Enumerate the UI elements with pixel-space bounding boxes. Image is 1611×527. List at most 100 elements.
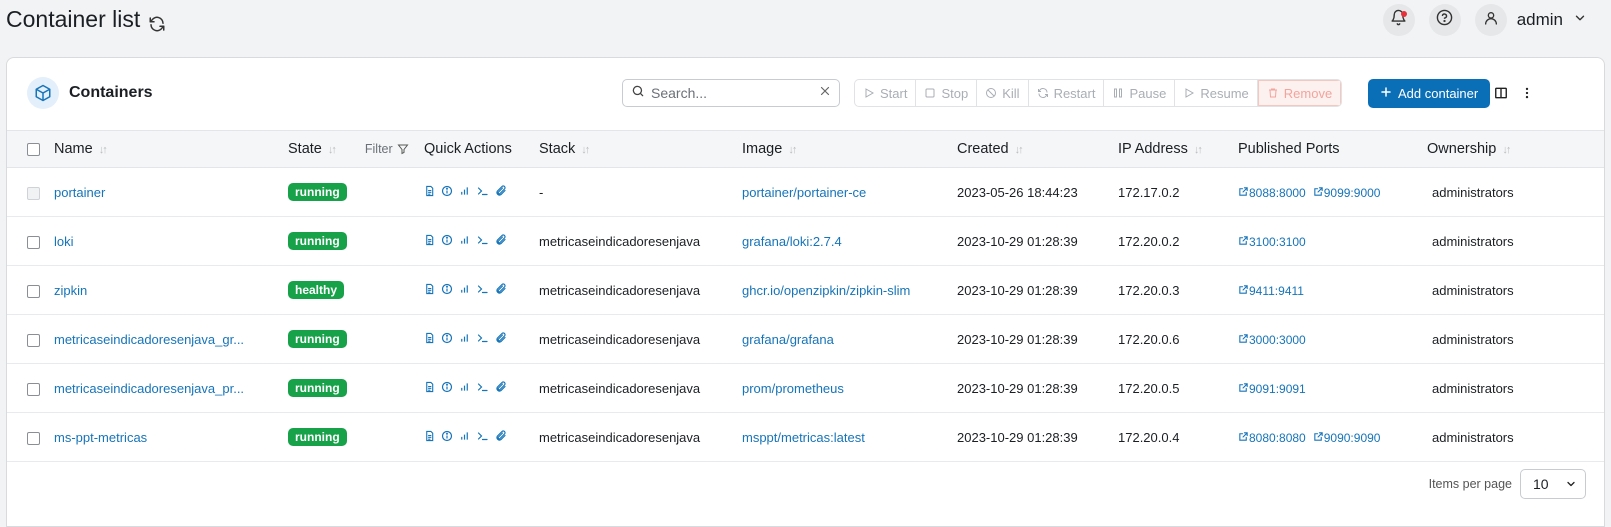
column-header-created[interactable]: Created ↓↑: [957, 131, 1118, 168]
table-row: metricaseindicadoresenjava_pr... running m…: [7, 364, 1604, 413]
restart-button[interactable]: Restart: [1029, 80, 1105, 106]
resume-button[interactable]: Resume: [1175, 80, 1258, 106]
published-port-link[interactable]: 9090:9090: [1313, 431, 1380, 445]
attach-icon[interactable]: [495, 380, 507, 393]
external-link-icon: [1238, 235, 1249, 249]
stats-icon[interactable]: [459, 283, 470, 295]
logs-icon[interactable]: [424, 332, 435, 344]
columns-icon[interactable]: [1494, 86, 1508, 105]
inspect-icon[interactable]: [441, 430, 453, 442]
row-checkbox[interactable]: [27, 382, 40, 396]
row-checkbox: [27, 186, 40, 200]
published-port-link[interactable]: 9099:9000: [1313, 186, 1380, 200]
stats-icon[interactable]: [459, 185, 470, 197]
user-menu[interactable]: admin: [1474, 4, 1587, 36]
avatar: [1474, 4, 1507, 36]
console-icon[interactable]: [476, 430, 489, 442]
column-header-name[interactable]: Name ↓↑: [54, 131, 288, 168]
row-checkbox[interactable]: [27, 235, 40, 249]
column-header-ownership[interactable]: Ownership ↓↑: [1427, 131, 1604, 168]
status-badge: running: [288, 379, 347, 397]
image-link[interactable]: grafana/grafana: [742, 332, 834, 347]
kill-button[interactable]: Kill: [977, 80, 1029, 106]
stop-button[interactable]: Stop: [916, 80, 978, 106]
notifications-button[interactable]: [1382, 4, 1415, 36]
attach-icon[interactable]: [495, 429, 507, 442]
more-options-icon[interactable]: [1520, 86, 1534, 105]
attach-icon[interactable]: [495, 331, 507, 344]
created-cell: 2023-05-26 18:44:23: [957, 184, 1078, 200]
quick-actions-cell: [424, 413, 539, 462]
image-link[interactable]: ghcr.io/openzipkin/zipkin-slim: [742, 283, 910, 298]
help-button[interactable]: [1428, 4, 1461, 36]
published-port-link[interactable]: 8088:8000: [1238, 186, 1306, 200]
inspect-icon[interactable]: [441, 332, 453, 344]
pause-button[interactable]: Pause: [1104, 80, 1176, 106]
inspect-icon[interactable]: [441, 185, 453, 197]
published-port-link[interactable]: 3100:3100: [1238, 235, 1306, 249]
logs-icon[interactable]: [424, 430, 435, 442]
inspect-icon[interactable]: [441, 283, 453, 295]
name-cell: portainer: [54, 168, 288, 217]
console-icon[interactable]: [476, 185, 489, 197]
published-port-link[interactable]: 9411:9411: [1238, 284, 1304, 298]
attach-icon[interactable]: [495, 233, 507, 246]
container-name-link[interactable]: ms-ppt-metricas: [54, 430, 147, 445]
console-icon[interactable]: [476, 234, 489, 246]
attach-icon[interactable]: [495, 184, 507, 197]
inspect-icon[interactable]: [441, 381, 453, 393]
row-checkbox[interactable]: [27, 333, 40, 347]
external-link-icon: [1313, 431, 1324, 445]
stats-icon[interactable]: [459, 234, 470, 246]
container-name-link[interactable]: metricaseindicadoresenjava_gr...: [54, 332, 244, 347]
logs-icon[interactable]: [424, 234, 435, 246]
ip-cell: 172.20.0.3: [1118, 282, 1180, 298]
stack-cell: -: [539, 184, 544, 200]
restart-icon: [1037, 88, 1048, 98]
image-link[interactable]: msppt/metricas:latest: [742, 430, 865, 445]
add-container-button[interactable]: Add container: [1368, 79, 1491, 108]
console-icon[interactable]: [476, 381, 489, 393]
stats-icon[interactable]: [459, 332, 470, 344]
column-header-image[interactable]: Image ↓↑: [742, 131, 957, 168]
remove-button[interactable]: Remove: [1257, 80, 1342, 106]
clear-search-icon[interactable]: [819, 84, 831, 102]
row-checkbox[interactable]: [27, 431, 40, 445]
refresh-icon[interactable]: [148, 12, 166, 32]
console-icon[interactable]: [476, 332, 489, 344]
console-icon[interactable]: [476, 283, 489, 295]
search-icon: [631, 84, 645, 103]
logs-icon[interactable]: [424, 185, 435, 197]
logs-icon[interactable]: [424, 283, 435, 295]
published-port-link[interactable]: 9091:9091: [1238, 382, 1306, 396]
column-header-state[interactable]: State ↓↑ Filter: [288, 131, 424, 168]
attach-icon[interactable]: [495, 282, 507, 295]
row-select-cell: [7, 364, 54, 413]
container-name-link[interactable]: loki: [54, 234, 74, 249]
inspect-icon[interactable]: [441, 234, 453, 246]
published-port-link[interactable]: 3000:3000: [1238, 333, 1306, 347]
image-link[interactable]: prom/prometheus: [742, 381, 844, 396]
start-button[interactable]: Start: [855, 80, 917, 106]
container-name-link[interactable]: zipkin: [54, 283, 87, 298]
column-created-label: Created: [957, 141, 1009, 157]
image-link[interactable]: grafana/loki:2.7.4: [742, 234, 842, 249]
container-name-link[interactable]: metricaseindicadoresenjava_pr...: [54, 381, 244, 396]
image-link[interactable]: portainer/portainer-ce: [742, 185, 866, 200]
search-input[interactable]: [651, 85, 811, 101]
column-image-label: Image: [742, 141, 783, 157]
row-checkbox[interactable]: [27, 284, 40, 298]
stats-icon[interactable]: [459, 381, 470, 393]
ip-cell: 172.20.0.6: [1118, 331, 1180, 347]
column-header-stack[interactable]: Stack ↓↑: [539, 131, 742, 168]
state-filter[interactable]: Filter: [365, 142, 409, 156]
items-per-page-select[interactable]: 10: [1520, 469, 1586, 499]
page-title: Container list: [6, 6, 166, 33]
logs-icon[interactable]: [424, 381, 435, 393]
published-port-link[interactable]: 8080:8080: [1238, 431, 1306, 445]
select-all-checkbox[interactable]: [27, 142, 40, 156]
column-header-ip[interactable]: IP Address ↓↑: [1118, 131, 1238, 168]
status-badge: running: [288, 183, 347, 201]
container-name-link[interactable]: portainer: [54, 185, 105, 200]
stats-icon[interactable]: [459, 430, 470, 442]
